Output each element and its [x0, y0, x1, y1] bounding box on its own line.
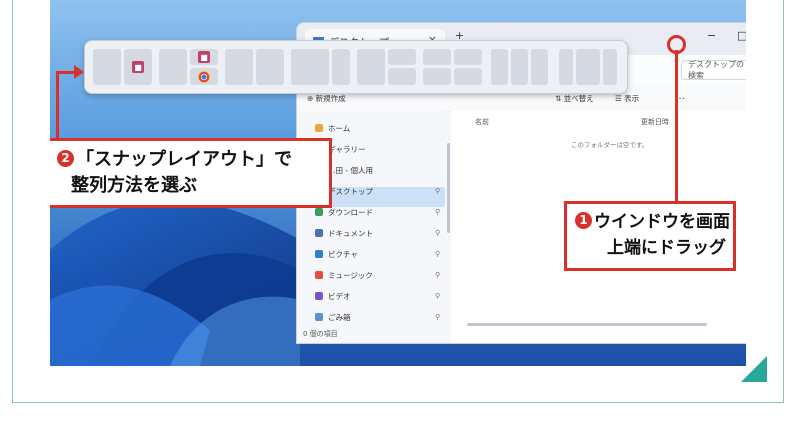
view-button-label: 表示	[624, 94, 640, 103]
callout-1-line-2: 上端にドラッグ	[607, 238, 726, 258]
callout-step-2: 2 「スナップレイアウト」で 整列方法を選ぶ	[50, 138, 332, 208]
nav-item-label: ごみ箱	[328, 312, 351, 322]
pin-icon[interactable]: ⚲	[435, 208, 440, 216]
teams-icon: ■	[198, 51, 210, 63]
teams-icon: ■	[132, 61, 144, 73]
horizontal-scrollbar[interactable]	[467, 323, 707, 326]
status-bar-count: 0 個の項目	[303, 330, 338, 338]
snap-zone-teams[interactable]: ■	[124, 49, 152, 85]
nav-item-label: ピクチャ	[328, 249, 358, 259]
callout-step-1: 1 ウインドウを画面 上端にドラッグ	[564, 201, 736, 271]
snap-zone[interactable]	[454, 68, 482, 85]
step-number-1: 1	[575, 211, 592, 229]
snap-zone[interactable]	[388, 49, 416, 65]
nav-item-icon	[315, 313, 323, 321]
pin-icon[interactable]: ⚲	[435, 271, 440, 279]
snap-zone[interactable]	[559, 49, 573, 85]
chrome-icon	[198, 70, 210, 83]
pointer-arrowhead	[74, 65, 84, 79]
nav-item[interactable]: ホーム	[315, 119, 350, 137]
sort-button-label: 並べ替え	[563, 94, 594, 103]
snap-zone[interactable]	[576, 49, 600, 85]
snap-zone[interactable]	[93, 49, 121, 85]
snap-layout-two-equal[interactable]	[225, 49, 284, 85]
snap-layout-halves[interactable]: ■	[93, 49, 152, 85]
nav-item-icon	[315, 250, 323, 258]
pin-icon[interactable]: ⚲	[435, 250, 440, 258]
nav-item[interactable]: ごみ箱 ⚲	[315, 308, 440, 326]
nav-item[interactable]: ピクチャ ⚲	[315, 245, 440, 263]
nav-scrollbar[interactable]	[447, 143, 450, 233]
nav-item[interactable]: ドキュメント ⚲	[315, 224, 440, 242]
pin-icon[interactable]: ⚲	[435, 187, 440, 195]
nav-item-label: デスクトップ	[328, 186, 373, 196]
nav-item-icon	[315, 124, 323, 132]
callout-1-text-1: ウインドウを画面	[594, 212, 730, 232]
nav-item[interactable]: ミュージック ⚲	[315, 266, 440, 284]
callout-2-line-1: 2 「スナップレイアウト」で	[57, 147, 329, 173]
snap-zone[interactable]	[491, 49, 508, 85]
callout-2-line-2: 整列方法を選ぶ	[71, 175, 197, 196]
view-button[interactable]: ☰ 表示	[615, 93, 639, 104]
nav-item-label: ホーム	[328, 123, 351, 133]
nav-item-label: ドキュメント	[328, 228, 373, 238]
snap-layout-left-split-right[interactable]	[357, 49, 416, 85]
snap-zone-chrome[interactable]	[190, 68, 218, 85]
callout-1-line-1: 1 ウインドウを画面	[575, 209, 733, 235]
nav-item-label: ギャラリー	[328, 144, 366, 154]
minimize-button[interactable]: −	[707, 29, 716, 42]
nav-item-icon	[315, 292, 323, 300]
snap-layout-large-small[interactable]	[291, 49, 350, 85]
pointer-line-vertical	[56, 72, 59, 144]
nav-item-label: …田 - 個人用	[328, 165, 373, 175]
snap-zone-teams[interactable]: ■	[190, 49, 218, 65]
snap-zone[interactable]	[256, 49, 284, 85]
nav-item-icon	[315, 271, 323, 279]
pointer-line-horizontal	[56, 71, 76, 74]
pin-icon[interactable]: ⚲	[435, 313, 440, 321]
snap-layout-wide-center[interactable]	[559, 49, 617, 85]
sort-button[interactable]: ⇅ 並べ替え	[555, 93, 594, 104]
snap-layout-halves-apps[interactable]: ■	[159, 49, 218, 85]
snap-layout-three-columns[interactable]	[491, 49, 548, 85]
search-input[interactable]: デスクトップの検索	[681, 60, 746, 80]
maximize-button[interactable]: □	[737, 29, 746, 42]
snap-layouts-flyout: ■ ■	[84, 40, 628, 94]
snap-zone[interactable]	[291, 49, 329, 85]
snap-zone[interactable]	[159, 49, 187, 85]
nav-item-icon	[315, 229, 323, 237]
screenshot-area: デスクトップ × + − □ デスクトップの検索 ⊕ 新規作成 ⇅ 並べ替え ☰…	[50, 0, 746, 366]
nav-item[interactable]: ビデオ ⚲	[315, 287, 440, 305]
pin-icon[interactable]: ⚲	[435, 229, 440, 237]
drag-guide-line	[675, 50, 678, 208]
snap-zone[interactable]	[423, 49, 451, 65]
nav-item-label: ミュージック	[328, 270, 373, 280]
new-button-label: 新規作成	[315, 94, 346, 103]
column-header-name[interactable]: 名前	[475, 117, 489, 127]
snap-zone[interactable]	[603, 49, 617, 85]
callout-2-text-1: 「スナップレイアウト」で	[76, 149, 292, 170]
new-button[interactable]: ⊕ 新規作成	[307, 93, 346, 104]
snap-zone[interactable]	[531, 49, 548, 85]
snap-layout-grid-quad[interactable]	[423, 49, 482, 85]
snap-zone[interactable]	[511, 49, 528, 85]
pin-icon[interactable]: ⚲	[435, 292, 440, 300]
nav-item-icon	[315, 208, 323, 216]
nav-item-label: ダウンロード	[328, 207, 373, 217]
snap-zone[interactable]	[357, 49, 385, 85]
snap-zone[interactable]	[332, 49, 350, 85]
column-header-date[interactable]: 更新日時	[641, 117, 669, 127]
nav-item-label: ビデオ	[328, 291, 351, 301]
snap-zone[interactable]	[454, 49, 482, 65]
snap-zone[interactable]	[225, 49, 253, 85]
drag-target-ring	[667, 35, 686, 54]
step-number-2: 2	[57, 149, 74, 167]
empty-folder-message: このフォルダーは空です。	[571, 141, 649, 149]
snap-zone[interactable]	[388, 68, 416, 85]
snap-zone[interactable]	[423, 68, 451, 85]
